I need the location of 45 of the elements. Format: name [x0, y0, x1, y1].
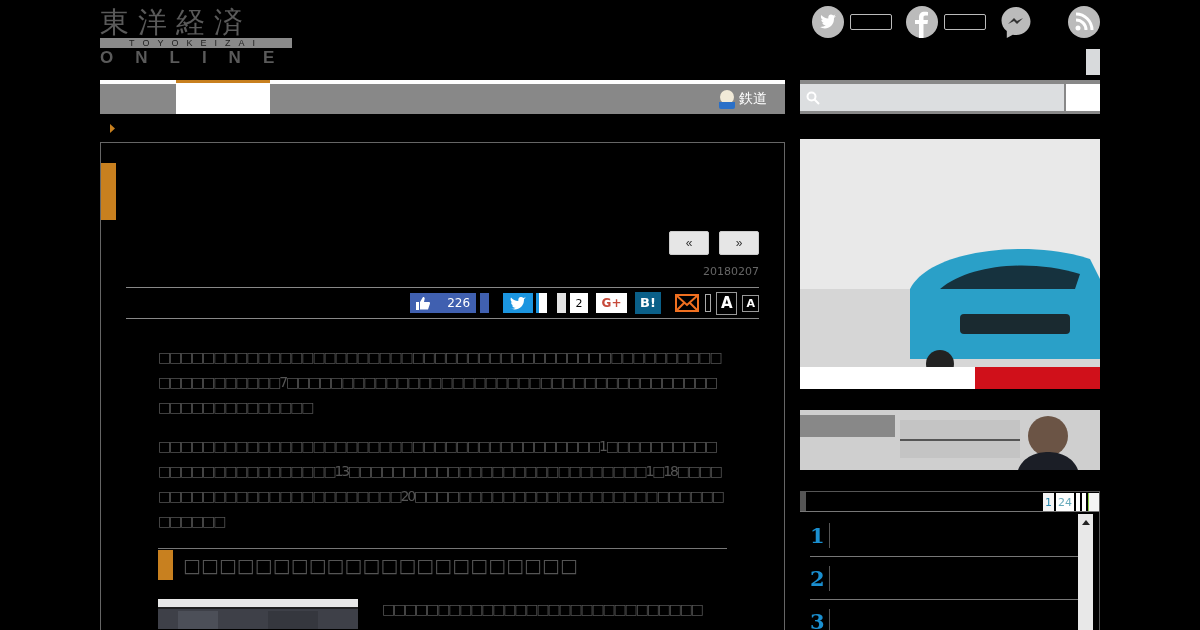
- pager-button[interactable]: »: [719, 231, 759, 255]
- pager-button[interactable]: «: [669, 231, 709, 255]
- heading-marker: [158, 550, 173, 580]
- rank-number: 1: [810, 522, 830, 548]
- google-plus-button[interactable]: G+: [596, 293, 628, 313]
- logo-title[interactable]: 東洋経済: [100, 6, 292, 38]
- hatena-bookmark-button[interactable]: B!: [635, 292, 661, 314]
- font-size-button[interactable]: A: [715, 291, 738, 315]
- rank-number: 2: [810, 565, 830, 591]
- ranking-tab[interactable]: 1: [1043, 493, 1054, 511]
- article-paragraph: □□□□□□□□□□□□□□□□□□□□□□□□□□□□□□□□□□□□□□□□□□□□□□□□□□□□□□□□□□□□□□7□□□□□□□□□□□□□□□□□□□□□□□□□□□□□□□□□□□□□□□□□□□□□□□□□□□□□: [158, 348, 722, 417]
- thumbs-up-icon: [416, 296, 431, 310]
- share-count-bubble: [944, 14, 986, 30]
- logo-subtitle: TOYOKEIZAI: [100, 38, 292, 48]
- tweet-button[interactable]: [503, 293, 534, 313]
- title-marker: [101, 163, 116, 220]
- share-stub: [536, 293, 548, 313]
- share-stub: [480, 293, 490, 313]
- mail-icon[interactable]: [674, 294, 699, 312]
- share-stub: [704, 294, 711, 312]
- scrollbar[interactable]: [1078, 514, 1093, 630]
- chat-bubble-icon[interactable]: [1000, 5, 1032, 39]
- breadcrumb-arrow-icon: [110, 123, 115, 133]
- facebook-icon[interactable]: [906, 6, 938, 38]
- share-stub: [557, 293, 567, 313]
- share-count: 2: [570, 293, 589, 313]
- twitter-bird-icon[interactable]: [812, 6, 844, 38]
- person-icon: [718, 89, 736, 109]
- logo-tagline: ONLINE: [100, 48, 292, 68]
- rank-number: 3: [810, 608, 830, 630]
- railway-link[interactable]: 鉄道: [718, 84, 767, 114]
- search-icon: [806, 90, 820, 105]
- article-paragraph: □□□□□□□□□□□□□□□□□□□□□□□□□□□□□: [382, 600, 702, 619]
- font-size-button[interactable]: A: [742, 294, 759, 312]
- article-paragraph: □□□□□□□□□□□□□□□□□□□□□□□□□□□□□□□□□□□□□□□□1□□□□□□□□□□□□□□□□□□□□□□□□□□13□□□□□□□□□□□□□□□□□□□□□□□□□□□1□18□□□□□□□□□□□□□□□□□□□□□□□□□□20□□□□□□□□□□□□□□□□□□□□□□□□□□□□□□□□□□: [158, 437, 725, 531]
- search-field[interactable]: [800, 84, 1064, 111]
- share-count-bubble: [850, 14, 892, 30]
- nav-tab[interactable]: [176, 80, 270, 114]
- twitter-bird-icon: [510, 296, 527, 310]
- like-button[interactable]: 226: [410, 293, 477, 313]
- article-date: 20180207: [702, 265, 759, 279]
- ranking-tab[interactable]: [1088, 493, 1099, 511]
- rss-icon[interactable]: [1068, 6, 1100, 38]
- scroll-up-icon: [1081, 520, 1090, 525]
- section-heading: □□□□□□□□□□□□□□□□□□□□□□: [183, 554, 578, 576]
